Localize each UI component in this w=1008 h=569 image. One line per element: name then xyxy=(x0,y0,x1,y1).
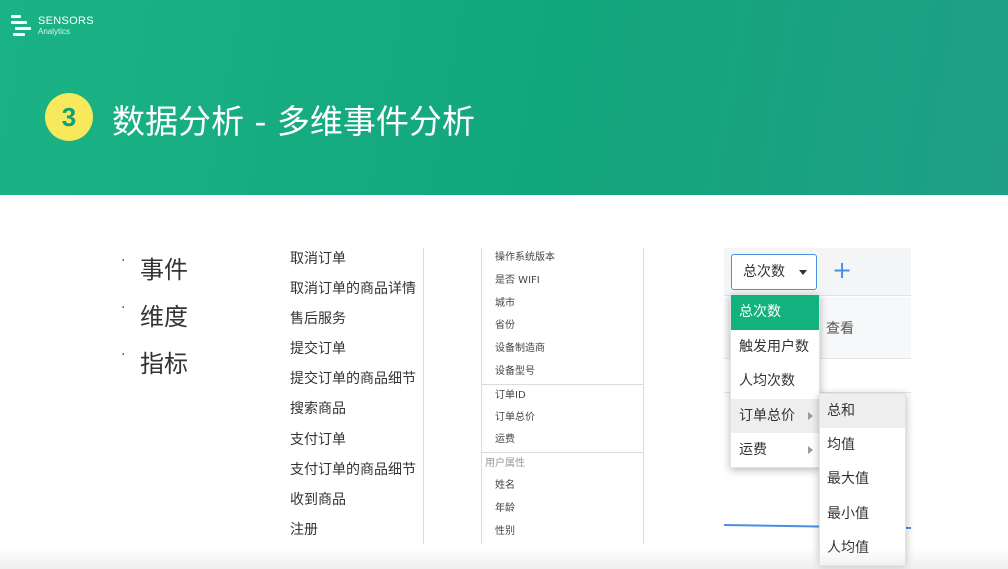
caret-down-icon xyxy=(799,270,807,275)
dimension-list-right-divider xyxy=(643,248,644,544)
brand-name: SENSORS xyxy=(38,15,94,27)
slide-title: 数据分析 - 多维事件分析 xyxy=(112,102,475,141)
submenu-item-min[interactable]: 最小值 xyxy=(820,497,905,531)
dimension-item[interactable]: 设备制造商 xyxy=(482,338,644,361)
menu-item-trigger-users[interactable]: 触发用户数 xyxy=(731,330,819,365)
event-item[interactable]: 取消订单的商品详情 xyxy=(290,278,416,308)
event-item[interactable]: 注册 xyxy=(290,519,416,549)
event-list-divider xyxy=(423,248,424,544)
bottom-shadow xyxy=(0,548,1008,569)
brand-logo: SENSORS Analytics xyxy=(11,13,101,39)
dimension-item[interactable]: 省份 xyxy=(482,315,644,338)
metric-dropdown-menu: 总次数 触发用户数 人均次数 订单总价 运费 xyxy=(730,294,820,468)
sensors-logo-icon xyxy=(11,13,33,39)
dimension-item[interactable]: 操作系统版本 xyxy=(482,247,644,270)
submenu-item-mean[interactable]: 均值 xyxy=(820,428,905,462)
brand-subtitle: Analytics xyxy=(38,27,71,36)
view-button[interactable]: 查看 xyxy=(826,318,854,338)
event-item[interactable]: 支付订单 xyxy=(290,429,416,459)
metric-select-value: 总次数 xyxy=(743,264,785,280)
event-item[interactable]: 支付订单的商品细节 xyxy=(290,459,416,489)
event-item[interactable]: 提交订单 xyxy=(290,338,416,368)
chevron-right-icon xyxy=(808,446,813,455)
event-list: 取消订单 取消订单的商品详情 售后服务 提交订单 提交订单的商品细节 搜索商品 … xyxy=(290,248,416,549)
menu-item-order-total[interactable]: 订单总价 xyxy=(731,398,819,434)
chevron-right-icon xyxy=(808,411,813,420)
dimension-item[interactable]: 姓名 xyxy=(482,475,644,498)
metric-toolbar: 总次数 + xyxy=(724,248,911,296)
bullet-dot-icon: · xyxy=(121,347,126,363)
submenu-item-sum[interactable]: 总和 xyxy=(820,394,905,429)
aggregation-submenu: 总和 均值 最大值 最小值 人均值 xyxy=(819,393,906,566)
event-item[interactable]: 收到商品 xyxy=(290,489,416,519)
slide-header: SENSORS Analytics 3 数据分析 - 多维事件分析 xyxy=(0,0,1008,195)
dimension-item[interactable]: 年龄 xyxy=(482,498,644,521)
bullet-dot-icon: · xyxy=(121,300,126,316)
dimension-item[interactable]: 运费 xyxy=(482,429,644,452)
dimension-item[interactable]: 城市 xyxy=(482,293,644,316)
menu-item-total-count[interactable]: 总次数 xyxy=(731,295,819,330)
add-metric-button[interactable]: + xyxy=(831,256,853,284)
dimension-item[interactable]: 订单总价 xyxy=(482,407,644,430)
event-item[interactable]: 提交订单的商品细节 xyxy=(290,368,416,398)
dimension-item[interactable]: 是否 WIFI xyxy=(482,270,644,293)
bullet-dot-icon: · xyxy=(121,253,126,269)
event-item[interactable]: 搜索商品 xyxy=(290,398,416,428)
menu-item-avg-per-user[interactable]: 人均次数 xyxy=(731,364,819,399)
dimension-item[interactable]: 设备型号 xyxy=(482,361,644,384)
event-item[interactable]: 取消订单 xyxy=(290,248,416,278)
dimension-list: 操作系统版本 是否 WIFI 城市 省份 设备制造商 设备型号 订单ID 订单总… xyxy=(482,247,644,543)
dimension-item[interactable]: 订单ID xyxy=(482,383,644,407)
step-number-badge: 3 xyxy=(45,93,93,141)
metric-select[interactable]: 总次数 xyxy=(731,254,817,290)
dimension-item[interactable]: 性别 xyxy=(482,521,644,544)
submenu-item-max[interactable]: 最大值 xyxy=(820,462,905,496)
menu-item-shipping[interactable]: 运费 xyxy=(731,433,819,468)
event-item[interactable]: 售后服务 xyxy=(290,308,416,338)
dimension-group-header: 用户属性 xyxy=(482,452,644,475)
